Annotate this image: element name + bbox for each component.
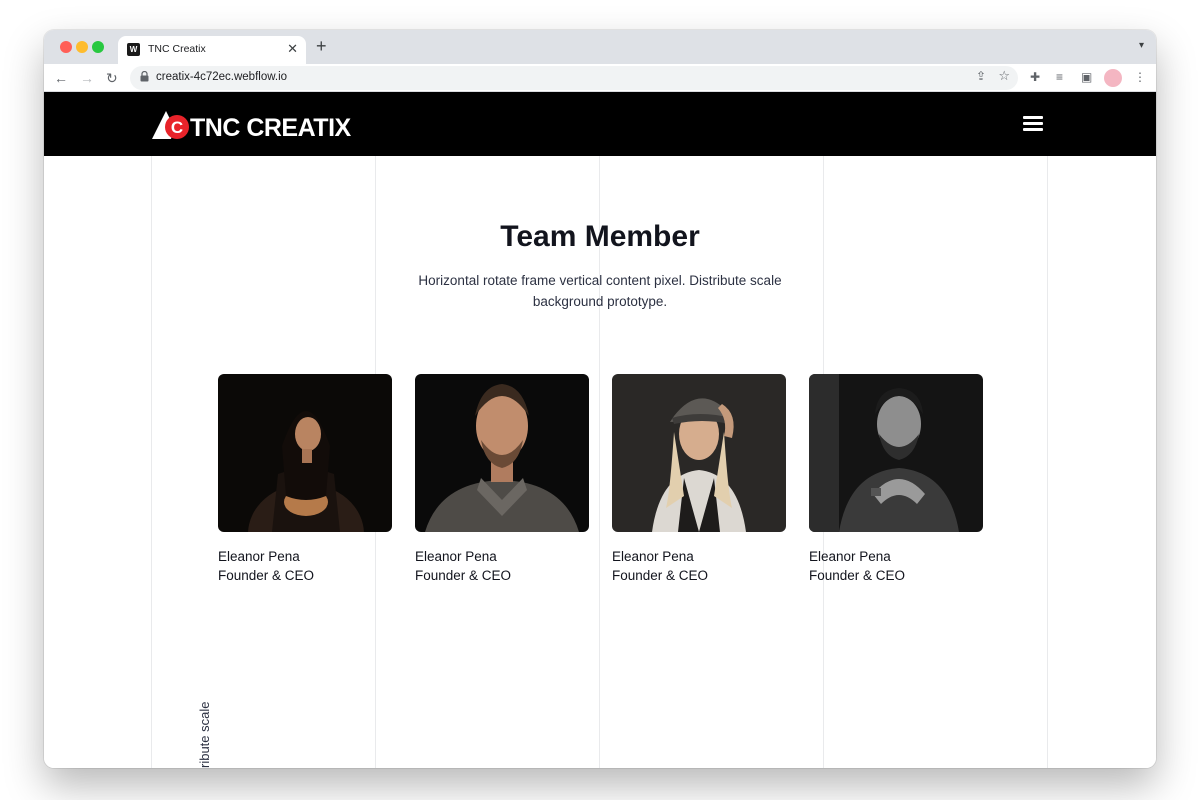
browser-window: W TNC Creatix ✕ + ▾ ← → ↻ creatix-4c72ec… (44, 30, 1156, 768)
side-panel-icon[interactable]: ▣ (1081, 69, 1092, 85)
star-bookmark-icon[interactable]: ☆ (998, 68, 1010, 84)
minimize-window-button[interactable] (76, 41, 88, 53)
team-member-card[interactable]: Eleanor Pena Founder & CEO (809, 374, 983, 585)
member-photo (612, 374, 786, 532)
reload-icon[interactable]: ↻ (106, 68, 118, 88)
team-member-card[interactable]: Eleanor Pena Founder & CEO (415, 374, 589, 585)
vertical-snippet: ribute scale (197, 701, 212, 768)
web-page: C TNC CREATIX Team Member Horizontal rot… (44, 92, 1156, 768)
url-text: creatix-4c72ec.webflow.io (156, 71, 288, 83)
logo-text: TNC CREATIX (190, 114, 351, 142)
profile-avatar[interactable] (1104, 69, 1122, 87)
tab-title: TNC Creatix (148, 43, 206, 55)
lock-icon (140, 71, 149, 82)
maximize-window-button[interactable] (92, 41, 104, 53)
close-window-button[interactable] (60, 41, 72, 53)
hamburger-menu-icon[interactable] (1023, 116, 1043, 132)
logo-badge-letter: C (171, 118, 183, 137)
member-role: Founder & CEO (612, 568, 709, 583)
tab-active[interactable]: W TNC Creatix ✕ (118, 36, 306, 64)
tab-close-icon[interactable]: ✕ (287, 41, 298, 57)
webflow-favicon-icon: W (127, 43, 140, 56)
forward-arrow-icon[interactable]: → (80, 68, 94, 88)
member-role: Founder & CEO (809, 568, 906, 583)
section-description: Horizontal rotate frame vertical content… (418, 273, 782, 309)
member-name: Eleanor Pena (809, 549, 891, 564)
member-photo (415, 374, 589, 532)
share-icon[interactable]: ⇪ (976, 69, 986, 83)
team-member-card[interactable]: Eleanor Pena Founder & CEO (612, 374, 786, 585)
address-bar[interactable]: creatix-4c72ec.webflow.io ⇪ ☆ (130, 66, 1018, 90)
browser-toolbar: ← → ↻ creatix-4c72ec.webflow.io ⇪ ☆ ✚ ≡ … (44, 64, 1156, 92)
kebab-menu-icon[interactable]: ⋮ (1134, 69, 1146, 85)
back-arrow-icon[interactable]: ← (54, 68, 68, 88)
tab-strip: W TNC Creatix ✕ + ▾ (44, 30, 1156, 64)
extensions-puzzle-icon[interactable]: ✚ (1030, 69, 1040, 85)
chevron-down-icon[interactable]: ▾ (1139, 40, 1144, 51)
site-header: C TNC CREATIX (44, 92, 1156, 156)
team-member-card[interactable]: Eleanor Pena Founder & CEO (218, 374, 392, 585)
member-name: Eleanor Pena (612, 549, 694, 564)
new-tab-icon[interactable]: + (316, 36, 327, 56)
member-role: Founder & CEO (415, 568, 512, 583)
member-name: Eleanor Pena (218, 549, 300, 564)
section-title: Team Member (500, 220, 700, 253)
member-photo (218, 374, 392, 532)
member-role: Founder & CEO (218, 568, 315, 583)
media-queue-icon[interactable]: ≡ (1056, 69, 1063, 85)
logo-mark-icon: C (152, 111, 189, 139)
member-photo (809, 374, 983, 532)
vertical-marquee-text: ribute scale (197, 700, 212, 768)
member-name: Eleanor Pena (415, 549, 497, 564)
